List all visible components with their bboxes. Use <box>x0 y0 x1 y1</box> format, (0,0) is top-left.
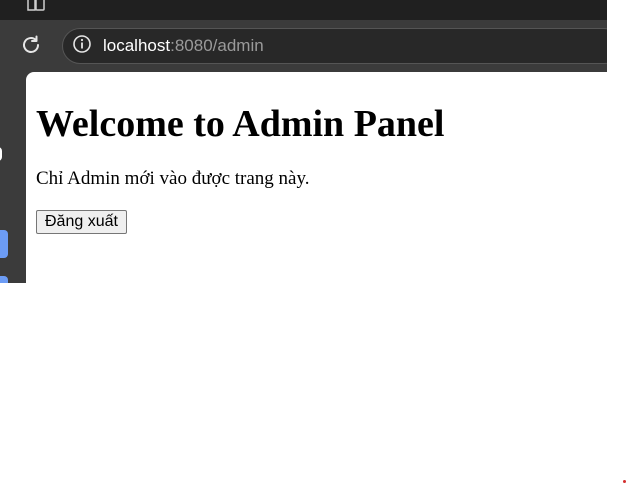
page-description: Chỉ Admin mới vào được trang này. <box>36 168 310 189</box>
side-indicator <box>0 147 2 161</box>
side-panel-strip <box>0 72 26 283</box>
site-info-button[interactable] <box>69 33 95 59</box>
reload-icon <box>19 33 43 62</box>
side-panel-button[interactable] <box>0 276 8 283</box>
page-content: Welcome to Admin Panel Chỉ Admin mới vào… <box>36 72 596 234</box>
side-panel-button[interactable] <box>0 230 8 258</box>
page-title: Welcome to Admin Panel <box>36 103 445 145</box>
url-path: :8080/admin <box>170 36 264 55</box>
screen: localhost:8080/admin Welcome to Admin Pa… <box>0 0 627 485</box>
address-bar[interactable]: localhost:8080/admin <box>62 28 607 64</box>
url-host: localhost <box>103 36 171 55</box>
tab-actions-icon[interactable] <box>26 0 48 13</box>
tab-strip <box>0 0 607 20</box>
browser-chrome: localhost:8080/admin Welcome to Admin Pa… <box>0 0 607 283</box>
info-icon <box>72 34 92 59</box>
reload-button[interactable] <box>18 34 44 60</box>
marker-dot <box>623 480 626 483</box>
url-text[interactable]: localhost:8080/admin <box>103 36 264 56</box>
browser-toolbar: localhost:8080/admin <box>0 20 607 72</box>
page-viewport: Welcome to Admin Panel Chỉ Admin mới vào… <box>26 72 607 283</box>
logout-button[interactable]: Đăng xuất <box>36 210 127 234</box>
